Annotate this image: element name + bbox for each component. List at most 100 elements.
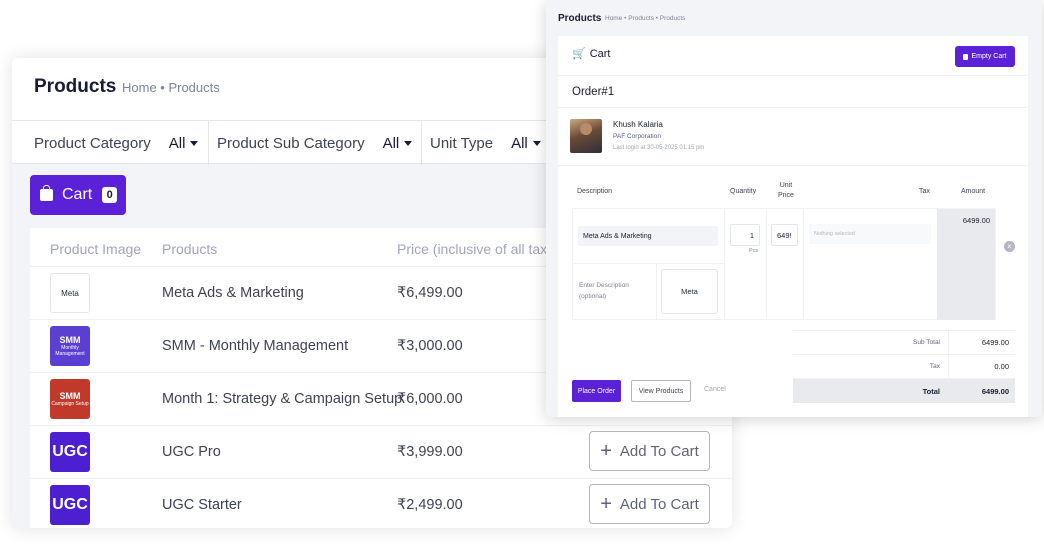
item-description-field[interactable]: Meta Ads & Marketing: [578, 226, 718, 246]
product-name: Meta Ads & Marketing: [162, 285, 304, 301]
column-header-products: Products: [162, 241, 218, 257]
divider: [573, 263, 724, 264]
divider: [724, 209, 725, 320]
image-title: SMM: [59, 335, 81, 345]
customer-company: PAF Corporation: [613, 133, 661, 140]
table-row: UGC UGC Starter ₹2,499.00 + Add To Cart: [30, 478, 732, 528]
divider: [558, 75, 1028, 76]
cart-heading: 🛒 Cart: [572, 47, 611, 61]
image-title: UGC: [52, 496, 88, 513]
item-extra-description-field[interactable]: Enter Description (optional): [579, 280, 629, 302]
page-title: Products: [558, 13, 602, 24]
total-row: Total 6499.00: [793, 378, 1015, 403]
caret-down-icon: [532, 140, 541, 146]
image-subtitle: Campaign Setup: [51, 401, 89, 407]
meta-logo-icon: Meta: [681, 287, 698, 296]
empty-cart-button[interactable]: Empty Cart: [955, 46, 1015, 67]
avatar: [570, 119, 602, 153]
product-image: SMM Campaign Setup: [50, 379, 90, 419]
tax-value: 0.00: [994, 362, 1009, 371]
product-image: UGC: [50, 432, 90, 472]
subtotal-label: Sub Total: [913, 339, 940, 346]
filter-product-sub-category[interactable]: Product Sub Category All: [217, 121, 413, 165]
cancel-link[interactable]: Cancel: [704, 386, 726, 393]
divider: [421, 121, 422, 165]
cart-count-badge: 0: [102, 187, 118, 203]
product-price: ₹2,499.00: [397, 497, 463, 513]
unit-price-line1: Unit: [779, 182, 793, 189]
filter-label: Product Category: [34, 134, 151, 152]
order-title: Order#1: [572, 86, 615, 98]
cart-window: Products Home • Products • Products 🛒 Ca…: [546, 0, 1042, 417]
product-name: SMM - Monthly Management: [162, 338, 349, 354]
tax-label: Tax: [929, 363, 940, 370]
item-amount: 6499.00: [937, 209, 995, 320]
trash-icon: [963, 53, 969, 60]
add-to-cart-button[interactable]: + Add To Cart: [589, 484, 710, 524]
column-header-amount: Amount: [961, 188, 986, 195]
total-label: Total: [922, 387, 940, 396]
filter-value: All: [511, 134, 528, 152]
product-thumbnail: Meta: [661, 269, 718, 314]
cart-icon: 🛒: [572, 48, 586, 60]
image-subtitle: Monthly Management: [55, 345, 85, 357]
divider: [803, 209, 804, 320]
placeholder-line1: Enter Description: [579, 282, 629, 289]
divider: [558, 107, 1028, 108]
column-header-price: Price (inclusive of all tax: [397, 241, 548, 257]
column-header-image: Product Image: [50, 241, 142, 257]
tax-row: Tax 0.00: [793, 354, 1015, 378]
quantity-unit: Pcs: [749, 248, 759, 254]
divider: [208, 121, 209, 165]
image-title: SMM: [59, 391, 81, 401]
cart-button-label: Cart: [62, 186, 93, 203]
product-image: UGC: [50, 485, 90, 525]
product-price: ₹3,000.00: [397, 338, 463, 354]
cart-button[interactable]: Cart 0: [30, 175, 126, 215]
plus-icon: +: [600, 440, 612, 462]
meta-logo-icon: Meta: [61, 288, 79, 298]
column-header-description: Description: [577, 188, 613, 195]
product-price: ₹6,000.00: [397, 391, 463, 407]
breadcrumb: Home • Products • Products: [605, 15, 686, 22]
column-header-unit-price: Unit Price: [778, 181, 794, 201]
view-products-button[interactable]: View Products: [631, 380, 691, 402]
page-title: Products: [34, 76, 117, 97]
filter-unit-type[interactable]: Unit Type All: [430, 121, 541, 165]
quantity-input[interactable]: 1: [730, 224, 760, 246]
column-header-tax: Tax: [919, 188, 930, 195]
divider: [656, 263, 657, 320]
product-name: UGC Pro: [162, 444, 221, 460]
unit-price-line2: Price: [778, 192, 794, 199]
subtotal-row: Sub Total 6499.00: [793, 330, 1015, 354]
last-login: Last login at 30-05-2025 01:15 pm: [613, 145, 705, 151]
product-price: ₹6,499.00: [397, 285, 463, 301]
add-to-cart-label: Add To Cart: [619, 442, 699, 460]
cart-heading-label: Cart: [589, 47, 611, 60]
empty-cart-label: Empty Cart: [971, 53, 1007, 60]
breadcrumb: Home • Products: [122, 80, 220, 95]
divider: [948, 330, 949, 378]
filter-label: Product Sub Category: [217, 134, 365, 152]
subtotal-value: 6499.00: [981, 338, 1009, 347]
caret-down-icon: [404, 140, 413, 146]
tax-select[interactable]: Nothing selected: [809, 224, 931, 244]
product-name: Month 1: Strategy & Campaign Setup: [162, 391, 403, 407]
product-name: UGC Starter: [162, 497, 242, 513]
unit-price-input[interactable]: 649!: [771, 224, 798, 246]
filter-label: Unit Type: [430, 134, 494, 152]
total-value: 6499.00: [981, 387, 1009, 396]
plus-icon: +: [600, 493, 612, 515]
remove-item-icon[interactable]: ×: [1004, 241, 1015, 252]
filter-product-category[interactable]: Product Category All: [34, 121, 199, 165]
product-image: Meta: [50, 273, 90, 313]
product-price: ₹3,999.00: [397, 444, 463, 460]
divider: [766, 209, 767, 320]
product-image: SMM Monthly Management: [50, 326, 90, 366]
caret-down-icon: [190, 140, 199, 146]
column-header-quantity: Quantity: [730, 188, 757, 195]
place-order-button[interactable]: Place Order: [572, 380, 621, 402]
add-to-cart-button[interactable]: + Add To Cart: [589, 431, 710, 471]
shopping-bag-icon: [40, 185, 53, 201]
add-to-cart-label: Add To Cart: [619, 495, 699, 513]
